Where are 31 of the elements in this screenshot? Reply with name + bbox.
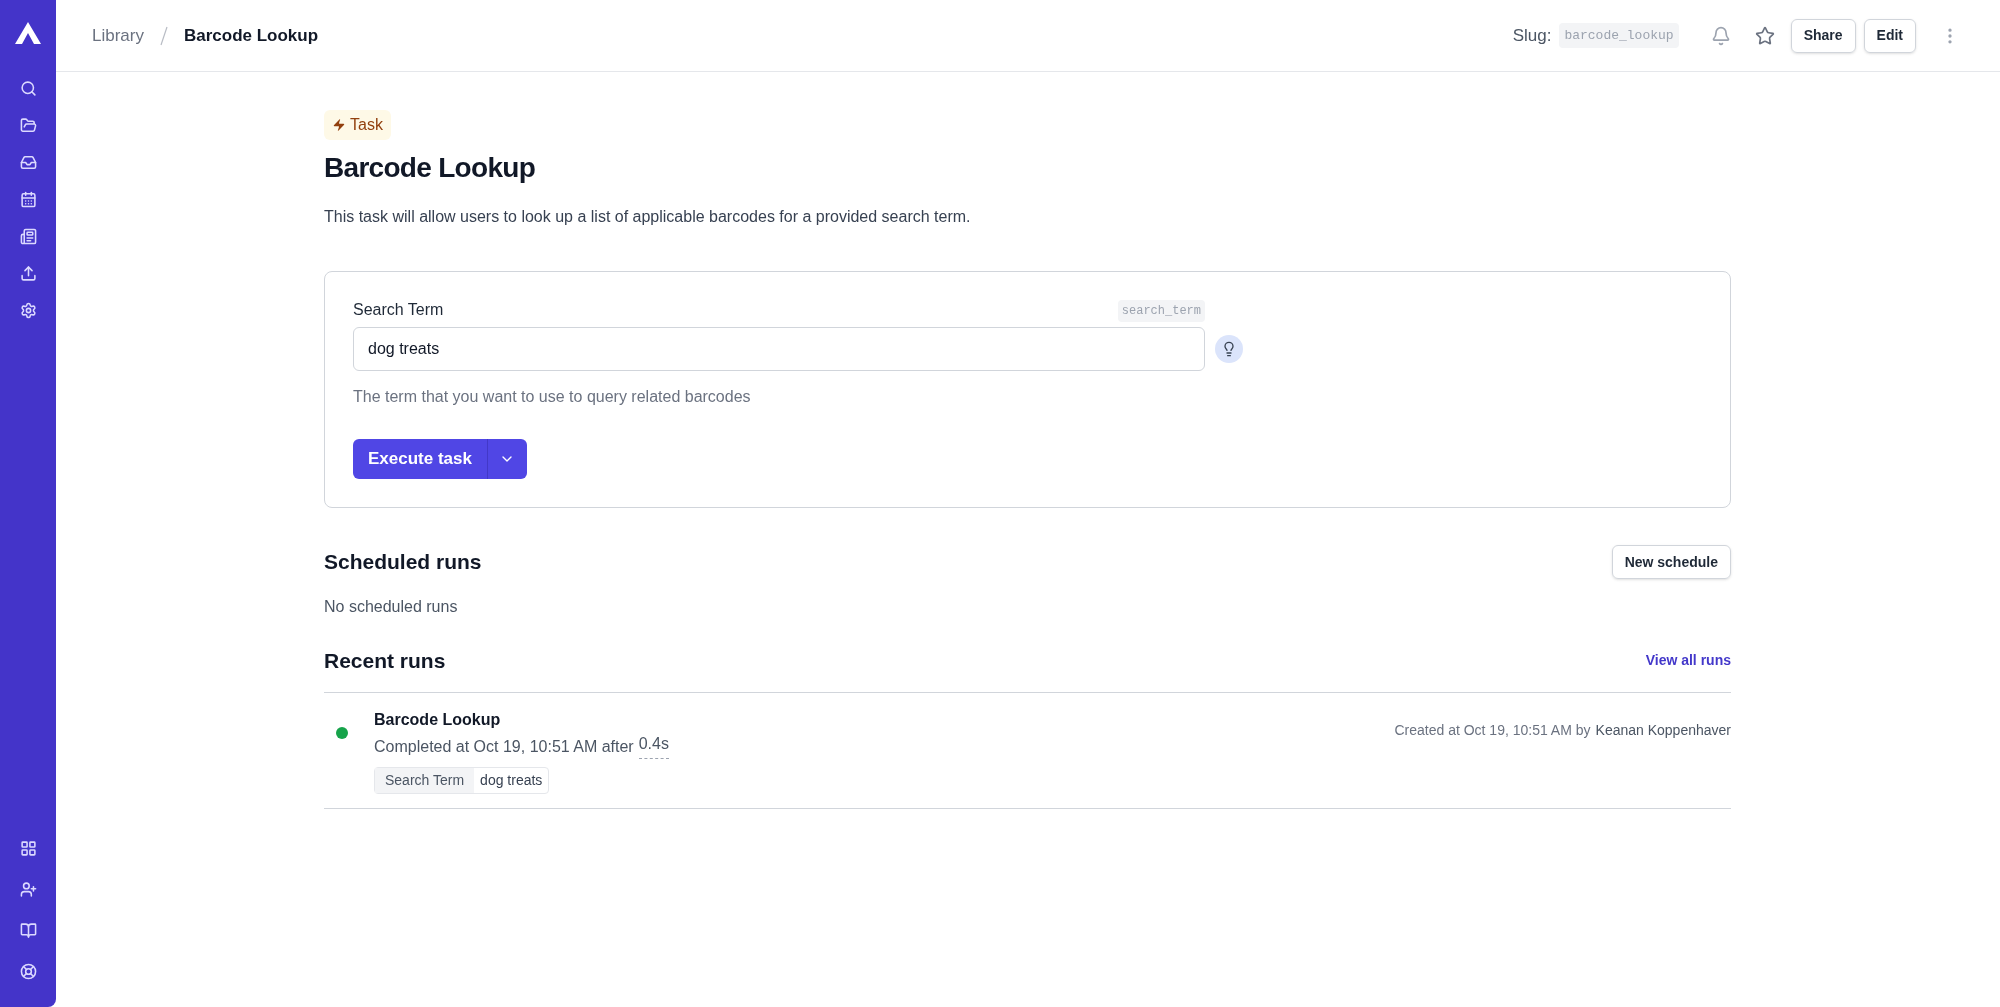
section-title: Recent runs: [324, 648, 446, 674]
execute-task-button[interactable]: Execute task: [353, 439, 487, 479]
run-duration: 0.4s: [638, 734, 669, 759]
creator-name: Keanan Koppenhaver: [1595, 720, 1731, 740]
breadcrumb-link[interactable]: Library: [92, 22, 144, 49]
section-title: Scheduled runs: [324, 549, 482, 576]
header-button[interactable]: Edit: [1863, 18, 1916, 53]
parameter-name: Search Term: [375, 767, 475, 793]
field-label: Search Term: [353, 300, 444, 320]
logo-icon: [13, 20, 43, 46]
breadcrumb-link[interactable]: Barcode Lookup: [183, 22, 319, 49]
page-title: Barcode Lookup: [324, 151, 537, 185]
run-name[interactable]: Barcode Lookup: [374, 707, 669, 732]
breadcrumb-separator-icon: [159, 25, 168, 46]
view-all-runs-link[interactable]: View all runs: [1645, 650, 1731, 672]
lightbulb-icon[interactable]: [1215, 335, 1243, 363]
star-icon[interactable]: [1754, 25, 1775, 46]
empty-state-text: No scheduled runs: [324, 597, 459, 617]
task-badge: Task: [324, 110, 391, 140]
search-term-field[interactable]: dog treats: [353, 327, 1205, 371]
slug-label: Slug:: [1512, 24, 1552, 47]
header-button[interactable]: Share: [1790, 18, 1856, 53]
field-key: search_term: [1117, 300, 1205, 322]
created-text: Created at Oct 19, 10:51 AM by: [1394, 720, 1591, 740]
task-description: This task will allow users to look up a list of applicable barcodes for a provided search term.: [324, 207, 972, 227]
run-summary: Completed at Oct 19, 10:51 AM after: [374, 736, 634, 757]
new-schedule-button[interactable]: New schedule: [1611, 545, 1731, 579]
execute-options-button[interactable]: [486, 439, 527, 479]
parameter-value: dog treats: [479, 770, 544, 790]
field-help-text: The term that you want to use to query related barcodes: [353, 387, 752, 407]
slug-code: barcode_lookup: [1559, 22, 1679, 49]
